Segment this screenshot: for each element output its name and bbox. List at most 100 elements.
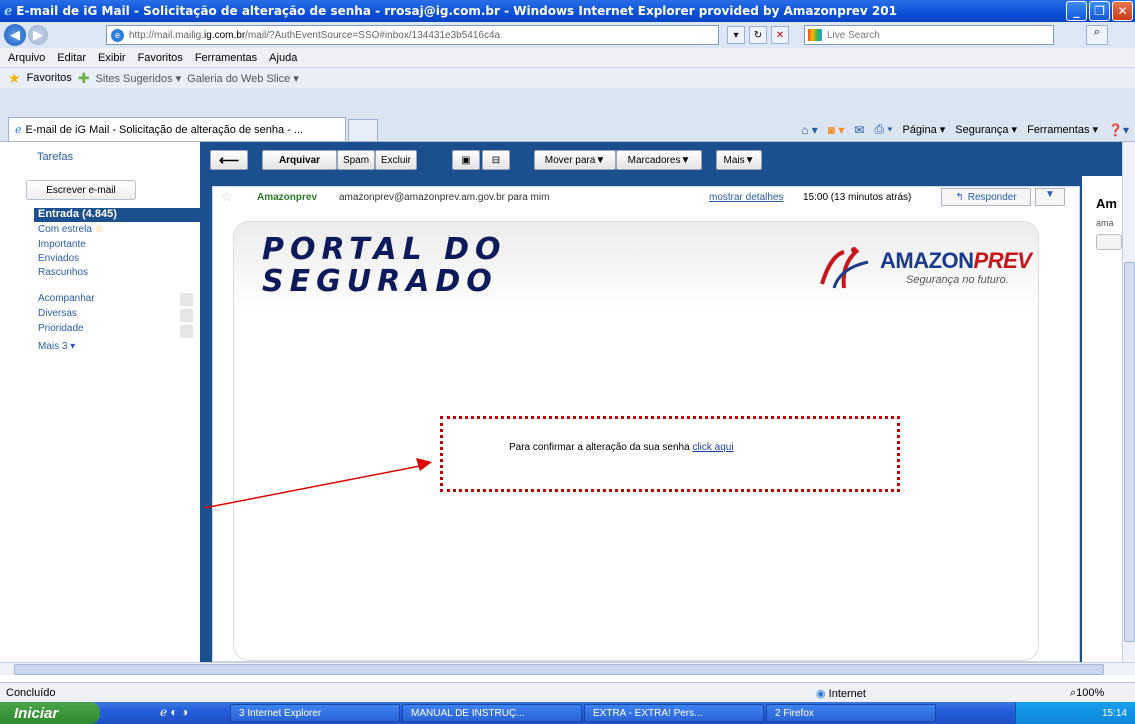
help-icon[interactable]: ❓▾ xyxy=(1108,123,1129,137)
reply-button[interactable]: ↰ Responder xyxy=(941,188,1031,206)
forward-button[interactable]: ▶ xyxy=(28,25,48,45)
menu-ajuda[interactable]: Ajuda xyxy=(269,52,297,64)
window-titlebar: ℯ E-mail de iG Mail - Solicitação de alt… xyxy=(0,0,1135,22)
cmd-seguranca[interactable]: Segurança ▾ xyxy=(955,123,1017,136)
menu-arquivo[interactable]: Arquivo xyxy=(8,52,45,64)
status-bar: Concluído ◉ Internet ⌕100% xyxy=(0,682,1135,702)
start-label: Iniciar xyxy=(14,704,59,722)
reply-label: Responder xyxy=(967,191,1017,203)
address-bar[interactable]: e http://mail.mailig. ig.com.br/mail/?Aut… xyxy=(106,25,719,45)
taskbar: Iniciar ℯ ◐ ◑ 3 Internet Explorer MANUAL… xyxy=(0,702,1135,724)
chat-button[interactable] xyxy=(1096,234,1122,250)
more-actions-button[interactable]: Mais▼ xyxy=(716,150,762,170)
sidebar-label-acompanhar[interactable]: Acompanhar xyxy=(38,293,95,304)
sidebar-label-diversas[interactable]: Diversas xyxy=(38,308,77,319)
menu-exibir[interactable]: Exibir xyxy=(98,52,126,64)
menu-ferramentas[interactable]: Ferramentas xyxy=(195,52,257,64)
portal-title-line1: PORTAL DO xyxy=(262,232,507,267)
tab-favicon: ℯ xyxy=(15,124,22,136)
home-icon[interactable]: ⌂ ▾ xyxy=(801,123,818,137)
message-star-icon[interactable]: ☆ xyxy=(221,189,233,205)
maximize-icon[interactable]: ❐ xyxy=(1089,1,1110,21)
horizontal-scrollbar[interactable] xyxy=(0,662,1135,675)
zoom-level[interactable]: ⌕100% xyxy=(1070,687,1104,700)
left-nav: Tarefas Escrever e-mail Entrada (4.845) … xyxy=(0,142,200,662)
task-manual[interactable]: MANUAL DE INSTRUÇ... xyxy=(402,704,582,722)
cmd-pagina[interactable]: Página ▾ xyxy=(902,123,945,136)
labels-button[interactable]: Marcadores▼ xyxy=(616,150,702,170)
show-details-link[interactable]: mostrar detalhes xyxy=(709,192,783,203)
mark-read-icon[interactable]: ▣ xyxy=(452,150,480,170)
confirm-text: Para confirmar a alteração da sua senha xyxy=(509,442,690,453)
archive-button[interactable]: Arquivar xyxy=(262,150,337,170)
contact-email: ama xyxy=(1096,218,1114,228)
label-color-box[interactable] xyxy=(180,309,193,322)
sidebar-item-inbox[interactable]: Entrada (4.845) xyxy=(34,208,200,222)
tasks-link[interactable]: Tarefas xyxy=(37,151,73,163)
task-internet-explorer[interactable]: 3 Internet Explorer xyxy=(230,704,400,722)
print-icon[interactable]: ⎙ ▾ xyxy=(874,122,892,137)
start-button[interactable]: Iniciar xyxy=(0,702,100,724)
back-to-inbox-icon[interactable]: ⟵ xyxy=(210,150,248,170)
sidebar-label-prioridade[interactable]: Prioridade xyxy=(38,323,84,334)
page-favicon: e xyxy=(111,29,124,42)
reply-more-icon[interactable]: ▼ xyxy=(1035,188,1065,206)
vertical-scrollbar[interactable] xyxy=(1122,142,1135,662)
new-tab-button[interactable] xyxy=(348,119,378,141)
address-row: ◀ ▶ e http://mail.mailig. ig.com.br/mail/… xyxy=(0,22,1135,48)
delete-label: Excluir xyxy=(380,154,411,166)
sidebar-item-important[interactable]: Importante xyxy=(38,239,86,250)
horizontal-scroll-thumb[interactable] xyxy=(14,664,1104,675)
close-icon[interactable]: ✕ xyxy=(1112,1,1133,21)
sidebar-item-starred[interactable]: Com estrela ☆ xyxy=(38,224,104,235)
click-here-link[interactable]: click aqui xyxy=(692,442,733,453)
zone-label: Internet xyxy=(828,688,866,700)
mark-unread-icon[interactable]: ⊟ xyxy=(482,150,510,170)
favorites-star-icon: ★ xyxy=(8,69,21,86)
labels-label: Marcadores▼ xyxy=(627,154,691,166)
refresh-icon[interactable]: ↻ xyxy=(749,26,767,44)
tab-row: ℯ E-mail de iG Mail - Solicitação de alt… xyxy=(0,88,1135,142)
suggested-sites[interactable]: Sites Sugeridos ▾ xyxy=(96,72,182,85)
move-to-button[interactable]: Mover para▼ xyxy=(534,150,616,170)
tab-active[interactable]: ℯ E-mail de iG Mail - Solicitação de alt… xyxy=(8,117,346,141)
zoom-label: 100% xyxy=(1076,687,1105,699)
label-color-box[interactable] xyxy=(180,325,193,338)
starred-label: Com estrela xyxy=(38,224,92,235)
window-title: E-mail de iG Mail - Solicitação de alter… xyxy=(16,4,897,18)
contact-pane: Am ama xyxy=(1082,176,1122,662)
compose-button[interactable]: Escrever e-mail xyxy=(26,180,136,200)
delete-button[interactable]: Excluir xyxy=(375,150,417,170)
label-color-box[interactable] xyxy=(180,293,193,306)
clock: 15:14 xyxy=(1101,707,1127,719)
mail-icon[interactable]: ✉ xyxy=(854,123,864,137)
star-icon: ☆ xyxy=(94,224,104,235)
sidebar-more[interactable]: Mais 3 ▾ xyxy=(38,341,75,352)
add-favorite-icon[interactable]: ✚ xyxy=(78,70,90,87)
favorites-button[interactable]: Favoritos xyxy=(27,72,72,84)
task-firefox[interactable]: 2 Firefox xyxy=(766,704,936,722)
menu-editar[interactable]: Editar xyxy=(57,52,86,64)
web-slice-gallery[interactable]: Galeria do Web Slice ▾ xyxy=(187,72,299,85)
search-input[interactable]: Live Search xyxy=(804,25,1054,45)
menu-bar: Arquivo Editar Exibir Favoritos Ferramen… xyxy=(0,48,1135,68)
command-bar: ⌂ ▾ ◙ ▾ ✉ ⎙ ▾ Página ▾ Segurança ▾ Ferra… xyxy=(801,122,1129,137)
menu-favoritos[interactable]: Favoritos xyxy=(138,52,183,64)
amazonprev-emblem-icon xyxy=(820,247,869,289)
task-extra[interactable]: EXTRA - EXTRA! Pers... xyxy=(584,704,764,722)
sender-name: Amazonprev xyxy=(257,192,318,203)
stop-icon[interactable]: ✕ xyxy=(771,26,789,44)
back-button[interactable]: ◀ xyxy=(4,24,26,46)
quicklaunch-icons[interactable]: ℯ ◐ ◑ xyxy=(160,705,188,719)
spam-button[interactable]: Spam xyxy=(337,150,375,170)
sidebar-item-drafts[interactable]: Rascunhos xyxy=(38,267,88,278)
vertical-scroll-thumb[interactable] xyxy=(1124,262,1135,642)
confirm-message: Para confirmar a alteração da sua senha … xyxy=(509,442,734,453)
rss-icon[interactable]: ◙ ▾ xyxy=(828,123,845,137)
message-time: 15:00 (13 minutos atrás) xyxy=(803,192,912,203)
minimize-icon[interactable]: _ xyxy=(1066,1,1087,21)
sidebar-item-sent[interactable]: Enviados xyxy=(38,253,79,264)
search-go-icon[interactable]: ⌕ xyxy=(1086,25,1108,45)
cmd-ferramentas[interactable]: Ferramentas ▾ xyxy=(1027,123,1098,136)
address-dropdown-icon[interactable]: ▾ xyxy=(727,26,745,44)
